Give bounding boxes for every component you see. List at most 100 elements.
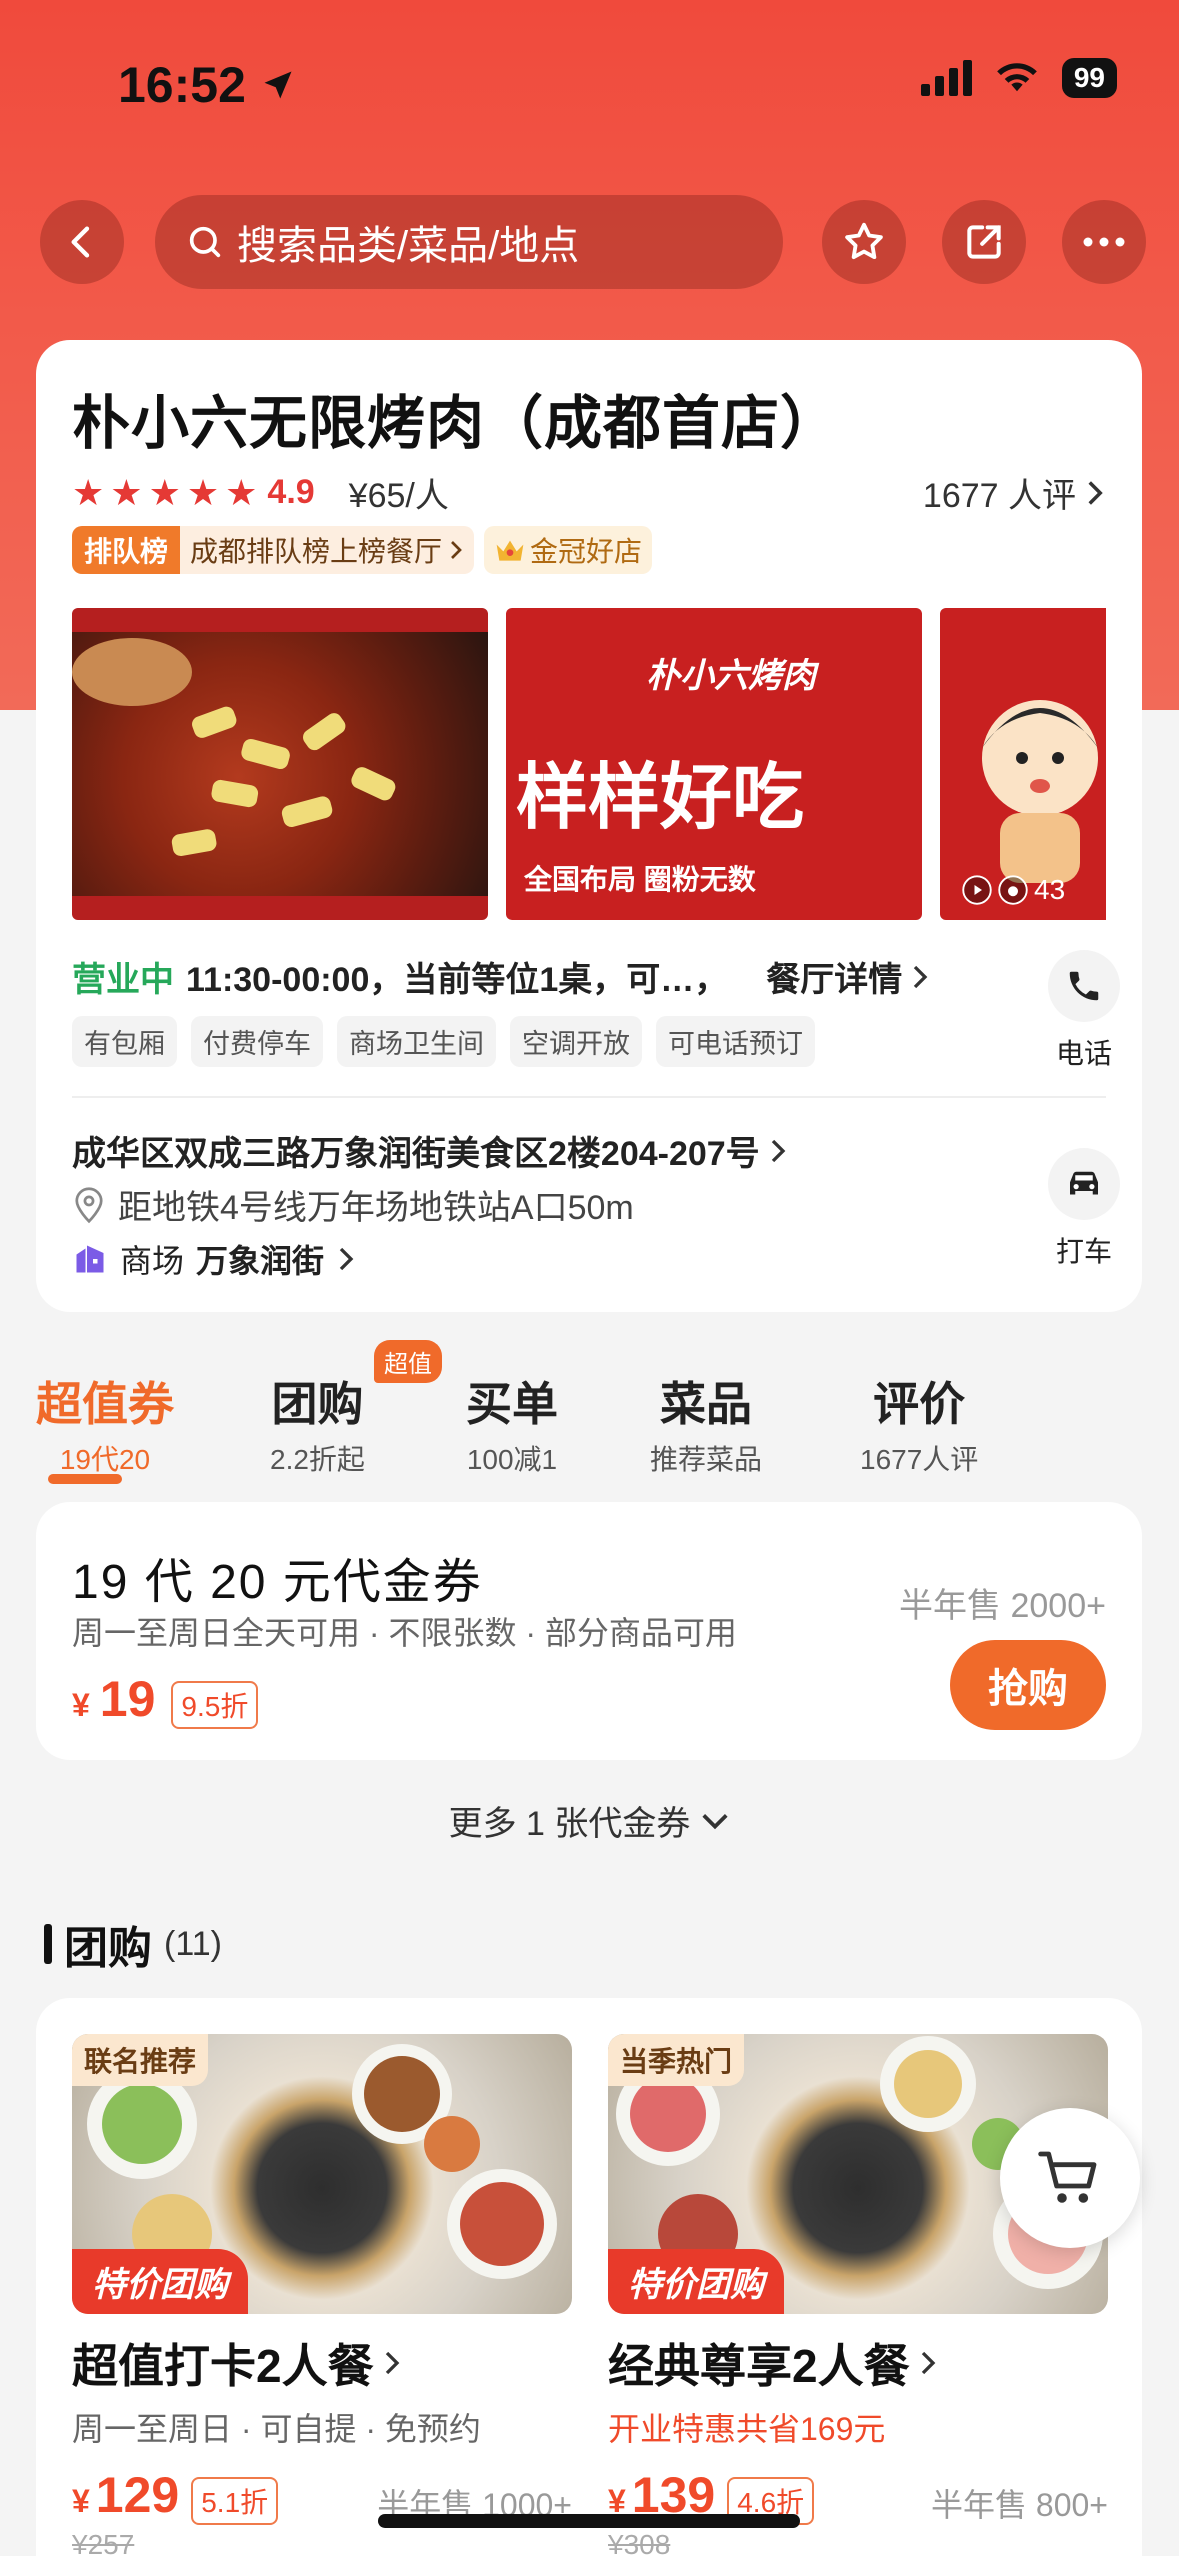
taxi-button[interactable]: 打车 — [1048, 1148, 1120, 1270]
tab-reviews[interactable]: 评价 1677人评 — [860, 1368, 978, 1478]
deal-item[interactable]: 联名推荐 特价团购 超值打卡2人餐 周一至周日 · 可自提 · 免预约 ¥ 12… — [72, 2034, 572, 2556]
group-deals-card: 联名推荐 特价团购 超值打卡2人餐 周一至周日 · 可自提 · 免预约 ¥ 12… — [36, 1998, 1142, 2556]
voucher-subtitle: 周一至周日全天可用 · 不限张数 · 部分商品可用 — [72, 1615, 737, 1651]
share-icon — [967, 225, 1001, 259]
reviews-link[interactable]: 1677 人评 — [923, 468, 1106, 517]
amenity-tag: 可电话预订 — [656, 1016, 815, 1067]
share-button[interactable] — [942, 200, 1026, 284]
store-info-card: 朴小六无限烤肉（成都首店） ★ ★ ★ ★ ★ 4.9 ¥65/人 1677 人… — [36, 340, 1142, 1312]
back-button[interactable] — [40, 200, 124, 284]
play-icon — [962, 875, 992, 905]
home-indicator — [378, 2514, 800, 2528]
crown-badge: 金冠好店 — [484, 526, 653, 574]
rating-score: 4.9 — [267, 473, 315, 511]
cart-icon — [1038, 2151, 1097, 2203]
food-illustration — [72, 638, 396, 857]
business-hours-row[interactable]: 营业中 11:30-00:00，当前等位1桌，可…， 餐厅详情 — [72, 952, 930, 1001]
deal-promo-tag: 特价团购 — [608, 2249, 784, 2314]
location-pin-icon — [75, 1186, 103, 1223]
deal-promo-tag: 特价团购 — [72, 2249, 248, 2314]
chevron-right-icon — [385, 2351, 399, 2375]
amenity-tags: 有包厢 付费停车 商场卫生间 空调开放 可电话预订 — [72, 1016, 815, 1067]
open-status: 营业中 — [72, 961, 174, 999]
rating-row: ★ ★ ★ ★ ★ 4.9 ¥65/人 — [72, 468, 449, 517]
voucher-card[interactable]: 19 代 20 元代金券 周一至周日全天可用 · 不限张数 · 部分商品可用 ¥… — [36, 1502, 1142, 1760]
camera-icon — [998, 875, 1028, 905]
rank-row: 排队榜 成都排队榜上榜餐厅 金冠好店 — [72, 526, 653, 574]
deal-label: 当季热门 — [608, 2034, 745, 2086]
hours-text: 11:30-00:00，当前等位1桌，可…， — [186, 961, 729, 999]
buy-button[interactable]: 抢购 — [950, 1640, 1106, 1730]
tab-dishes[interactable]: 菜品 推荐菜品 — [650, 1368, 762, 1478]
favorite-button[interactable] — [822, 200, 906, 284]
wifi-icon — [997, 63, 1037, 92]
restaurant-detail-link[interactable]: 餐厅详情 — [766, 952, 930, 1001]
deal-subtitle: 开业特惠共省169元 — [608, 2411, 886, 2447]
amenity-tag: 付费停车 — [191, 1016, 323, 1067]
section-tabs: 超值券 19代20 超值 团购 2.2折起 买单 100减1 菜品 推荐菜品 评… — [36, 1340, 1142, 1488]
chevron-right-icon — [451, 541, 462, 559]
signal-icon — [920, 60, 972, 96]
star-icon: ★ — [148, 471, 181, 513]
super-value-badge: 超值 — [374, 1340, 442, 1383]
deal-name: 经典尊享2人餐 — [608, 2330, 1108, 2396]
voucher-title: 19 代 20 元代金券 — [72, 1556, 483, 1609]
chevron-right-icon — [339, 1247, 354, 1271]
location-arrow-icon — [264, 71, 292, 99]
group-buy-section-header: 团购 (11) — [44, 1912, 222, 1976]
star-icon: ★ — [225, 471, 258, 513]
photo-count: 43 — [962, 874, 1065, 906]
star-icon: ★ — [186, 471, 220, 513]
voucher-price: ¥ 19 9.5折 — [72, 1670, 259, 1729]
deal-item[interactable]: 当季热门 特价团购 经典尊享2人餐 开业特惠共省169元 ¥ 139 4.6折 … — [608, 2034, 1108, 2556]
promo-photo[interactable]: 朴小六烤肉 样样好吃 全国布局 圈粉无数 — [506, 608, 922, 920]
deal-name: 超值打卡2人餐 — [72, 2330, 572, 2396]
chevron-right-icon — [921, 2351, 935, 2375]
star-icon: ★ — [110, 471, 143, 513]
status-time: 16:52 — [118, 56, 296, 114]
store-name: 朴小六无限烤肉（成都首店） — [72, 391, 840, 456]
food-photo[interactable] — [72, 608, 488, 920]
tab-group-buy[interactable]: 团购 2.2折起 — [270, 1368, 365, 1478]
deal-label: 联名推荐 — [72, 2034, 209, 2086]
rank-badge[interactable]: 排队榜 成都排队榜上榜餐厅 — [72, 526, 475, 574]
metro-distance: 距地铁4号线万年场地铁站A口50m — [72, 1180, 634, 1229]
top-nav: 搜索品类/菜品/地点 — [0, 195, 1179, 295]
amenity-tag: 空调开放 — [510, 1016, 642, 1067]
address-link[interactable]: 成华区双成三路万象润街美食区2楼204-207号 — [72, 1126, 788, 1175]
car-icon — [1070, 1171, 1098, 1195]
original-price: ¥308 — [608, 2529, 671, 2556]
mascot-photo[interactable]: 43 — [940, 608, 1106, 920]
price-per-person: ¥65/人 — [348, 477, 449, 515]
photo-banner-text: 样样好吃 — [516, 758, 805, 838]
sold-count: 半年售 800+ — [931, 2487, 1108, 2523]
tab-pay-bill[interactable]: 买单 100减1 — [466, 1368, 558, 1478]
status-bar: 16:52 99 — [0, 0, 1179, 170]
discount-badge: 9.5折 — [171, 1681, 259, 1729]
rank-tag: 排队榜 — [72, 526, 181, 574]
crown-icon — [496, 540, 524, 561]
phone-icon — [1069, 971, 1099, 1001]
more-dots-icon — [1083, 237, 1125, 247]
photo-carousel[interactable]: 朴小六烤肉 样样好吃 全国布局 圈粉无数 43 — [72, 608, 1106, 920]
battery-icon: 99 — [1061, 58, 1117, 98]
more-vouchers-button[interactable]: 更多 1 张代金券 — [0, 1796, 1179, 1845]
chevron-right-icon — [914, 965, 928, 988]
amenity-tag: 有包厢 — [72, 1016, 177, 1067]
sold-count: 半年售 2000+ — [899, 1587, 1106, 1625]
more-button[interactable] — [1062, 200, 1146, 284]
chevron-left-icon — [71, 226, 90, 258]
chevron-right-icon — [771, 1139, 786, 1162]
phone-button[interactable]: 电话 — [1048, 950, 1120, 1072]
star-icon: ★ — [72, 471, 105, 513]
star-outline-icon — [845, 222, 883, 260]
active-tab-indicator — [48, 1474, 122, 1484]
chevron-right-icon — [1088, 480, 1103, 505]
status-icons: 99 — [920, 58, 1117, 98]
mall-link[interactable]: 商场 万象润街 — [72, 1236, 356, 1282]
deal-image: 联名推荐 特价团购 — [72, 2034, 572, 2314]
tab-voucher[interactable]: 超值券 19代20 — [36, 1368, 174, 1478]
cart-button[interactable] — [1000, 2108, 1140, 2248]
discount-badge: 5.1折 — [191, 2477, 279, 2525]
search-input[interactable]: 搜索品类/菜品/地点 — [155, 195, 783, 289]
